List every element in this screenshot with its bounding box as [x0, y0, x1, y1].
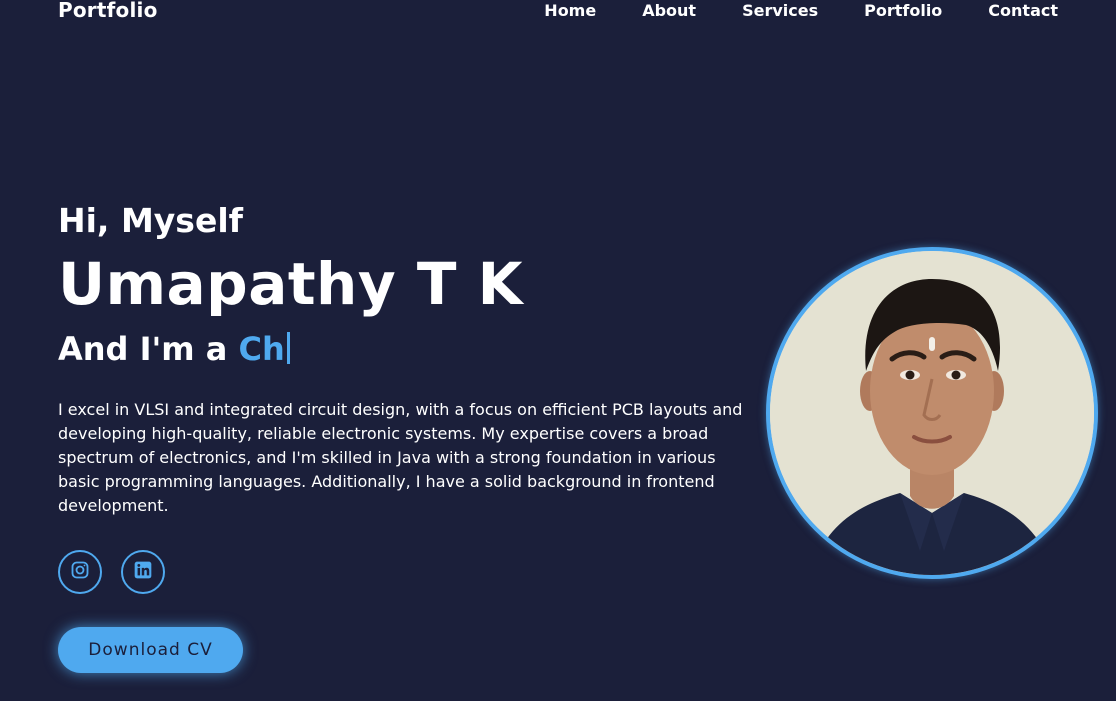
download-cv-button[interactable]: Download CV	[58, 627, 243, 673]
hero-greeting: Hi, Myself	[58, 201, 243, 240]
nav-contact[interactable]: Contact	[988, 1, 1058, 20]
nav-portfolio[interactable]: Portfolio	[864, 1, 942, 20]
linkedin-link[interactable]	[121, 550, 165, 594]
hero-name: Umapathy T K	[58, 250, 524, 318]
instagram-icon	[70, 560, 90, 584]
social-links	[58, 550, 165, 594]
role-prefix: And I'm a	[58, 330, 239, 368]
page: Portfolio Home About Services Portfolio …	[0, 0, 1116, 701]
main-nav: Home About Services Portfolio Contact	[544, 1, 1058, 20]
site-logo[interactable]: Portfolio	[58, 0, 158, 22]
instagram-link[interactable]	[58, 550, 102, 594]
profile-photo	[766, 247, 1098, 579]
typing-cursor	[286, 332, 290, 364]
linkedin-icon	[133, 560, 153, 584]
hero-role: And I'm a Ch	[58, 330, 290, 368]
nav-home[interactable]: Home	[544, 1, 596, 20]
nav-services[interactable]: Services	[742, 1, 818, 20]
role-typed-text: Ch	[238, 330, 285, 368]
hero-bio: I excel in VLSI and integrated circuit d…	[58, 400, 743, 515]
nav-about[interactable]: About	[642, 1, 696, 20]
